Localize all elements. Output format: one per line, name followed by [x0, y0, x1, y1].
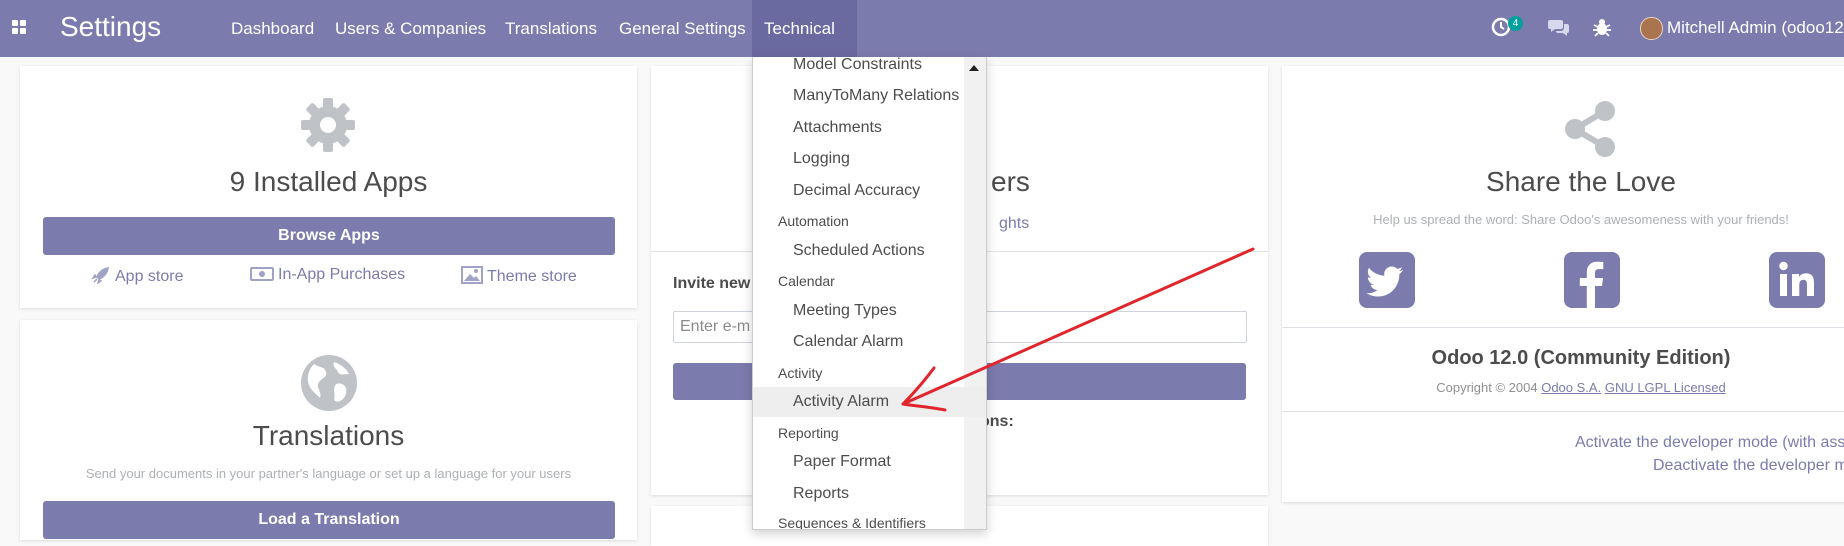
annotation-arrow [901, 247, 1255, 412]
